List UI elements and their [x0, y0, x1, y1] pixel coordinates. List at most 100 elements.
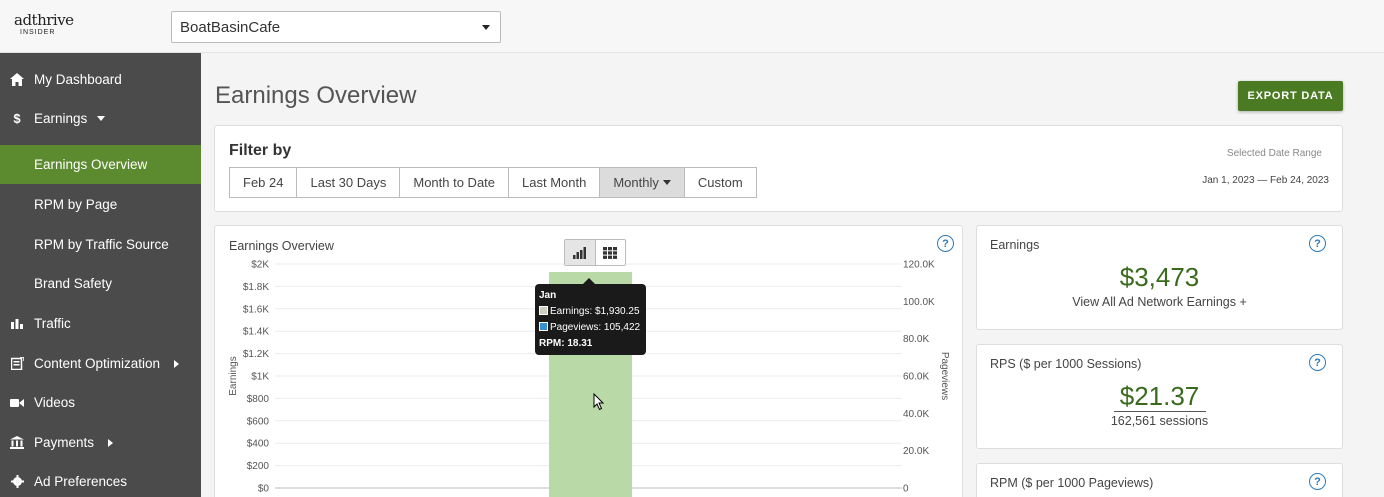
earnings-stat-value: $3,473: [1119, 262, 1200, 292]
filter-custom-button[interactable]: Custom: [684, 168, 756, 197]
sidebar-item-videos[interactable]: Videos: [0, 383, 201, 422]
y-tick-label: $1.6K: [243, 304, 269, 315]
sidebar-item-label: Videos: [34, 395, 76, 410]
filter-monthly-label: Monthly: [613, 175, 659, 190]
chevron-right-icon: [108, 438, 114, 447]
filter-monthly-dropdown[interactable]: Monthly: [600, 168, 685, 197]
y-tick-label: $1.8K: [243, 282, 269, 293]
sidebar-item-label: Payments: [34, 435, 95, 450]
y2-tick-label: 80.0K: [903, 334, 929, 345]
sidebar-item-rpm-by-page[interactable]: RPM by Page: [0, 185, 201, 224]
adthrive-logo[interactable]: adthrive INSIDER: [14, 12, 74, 42]
y-tick-label: $800: [247, 394, 270, 405]
rpm-stat-label: RPM ($ per 1000 Pageviews): [990, 476, 1154, 490]
y2-tick-label: 120.0K: [903, 260, 935, 271]
filter-title: Filter by: [229, 142, 292, 159]
sidebar-item-payments[interactable]: Payments: [0, 423, 201, 462]
earnings-stat-label: Earnings: [990, 238, 1040, 252]
y2-tick-label: 60.0K: [903, 372, 929, 383]
rpm-help-icon[interactable]: ?: [1309, 473, 1326, 490]
y-tick-label: $1.2K: [243, 349, 269, 360]
y2-tick-label: 0: [903, 484, 909, 495]
y-tick-label: $600: [247, 416, 270, 427]
chart-view-toggle: [564, 239, 626, 266]
y-tick-label: $200: [247, 461, 270, 472]
site-selector[interactable]: BoatBasinCafe: [171, 11, 501, 43]
filter-last-month-button[interactable]: Last Month: [509, 168, 601, 197]
rps-help-icon[interactable]: ?: [1309, 354, 1326, 371]
sidebar-item-label: Earnings Overview: [34, 157, 148, 172]
chevron-right-icon: [174, 359, 180, 368]
mouse-cursor-icon: [593, 393, 605, 411]
rps-stat-card: RPS ($ per 1000 Sessions) ? $21.37 162,5…: [976, 344, 1343, 449]
tooltip-earnings: Earnings: $1,930.25: [550, 306, 640, 317]
rps-sessions: 162,561 sessions: [1110, 414, 1209, 428]
logo-brand: adthrive: [14, 11, 74, 29]
sidebar-item-label: RPM by Page: [34, 197, 118, 212]
filter-card: Filter by Feb 24 Last 30 Days Month to D…: [214, 125, 1343, 212]
filter-month-to-date-button[interactable]: Month to Date: [400, 168, 510, 197]
y-tick-label: $0: [258, 484, 270, 495]
sidebar-item-content-optimization[interactable]: Content Optimization: [0, 344, 201, 383]
earnings-chart-card: $0 $200 $400 $600 $800 $1K $1.2K $1.4K $1.6K $1.8…: [214, 225, 963, 497]
tooltip-title: Jan: [539, 290, 557, 301]
sidebar-item-label: Brand Safety: [34, 276, 113, 291]
sidebar-item-brand-safety[interactable]: Brand Safety: [0, 264, 201, 303]
y2-tick-label: 100.0K: [903, 297, 935, 308]
y-tick-label: $2K: [251, 260, 269, 271]
earnings-chart: $0 $200 $400 $600 $800 $1K $1.2K $1.4K $1.6K $1.8…: [228, 260, 950, 497]
video-icon: [0, 398, 34, 408]
rps-stat-value: $21.37: [1119, 381, 1200, 411]
site-selector-value: BoatBasinCafe: [180, 19, 281, 36]
export-data-button[interactable]: EXPORT DATA: [1238, 81, 1343, 111]
y-tick-label: $1K: [251, 372, 269, 383]
rps-divider: [1114, 411, 1206, 412]
sidebar-item-earnings-overview[interactable]: Earnings Overview: [0, 145, 201, 184]
dollar-icon: $: [13, 111, 21, 126]
rpm-stat-card: RPM ($ per 1000 Pageviews) ?: [976, 463, 1343, 497]
page-title: Earnings Overview: [215, 82, 417, 109]
sidebar-item-traffic[interactable]: Traffic: [0, 304, 201, 343]
chevron-down-icon: [482, 25, 490, 30]
tooltip-rpm: RPM: 18.31: [539, 338, 593, 349]
earnings-stat-card: Earnings ? $3,473 View All Ad Network Ea…: [976, 225, 1343, 330]
tooltip-pageviews: Pageviews: 105,422: [550, 322, 641, 333]
earnings-swatch: [539, 306, 548, 315]
date-range-value: Jan 1, 2023 — Feb 24, 2023: [1202, 175, 1329, 186]
y-tick-label: $1.4K: [243, 327, 269, 338]
view-all-earnings-link[interactable]: View All Ad Network Earnings +: [977, 295, 1342, 309]
rps-stat-label: RPS ($ per 1000 Sessions): [990, 357, 1142, 371]
gear-icon: [0, 475, 34, 488]
chart-title: Earnings Overview: [229, 239, 334, 253]
sidebar-item-label: Earnings: [34, 111, 88, 126]
chart-tooltip: Jan Earnings: $1,930.25 Pageviews: 105,4…: [535, 278, 646, 355]
chart-help-icon[interactable]: ?: [937, 235, 954, 252]
sidebar-item-label: My Dashboard: [34, 72, 122, 87]
sidebar-item-label: Content Optimization: [34, 356, 161, 371]
tooltip-pageviews-row: Pageviews: 105,422: [539, 320, 642, 336]
tooltip-earnings-row: Earnings: $1,930.25: [539, 304, 642, 320]
top-bar: adthrive INSIDER BoatBasinCafe: [0, 0, 1384, 53]
pageviews-swatch: [539, 322, 548, 331]
filter-feb-24-button[interactable]: Feb 24: [230, 168, 298, 197]
bar-chart-icon: [0, 318, 34, 329]
chevron-down-icon: [97, 116, 106, 121]
sidebar-item-rpm-by-traffic-source[interactable]: RPM by Traffic Source: [0, 225, 201, 264]
y-tick-label: $400: [247, 439, 270, 450]
bar-chart-view-button[interactable]: [565, 240, 596, 265]
content-icon: [0, 357, 34, 370]
date-range-label: Selected Date Range: [1226, 148, 1322, 159]
home-icon: [0, 73, 34, 86]
sidebar-item-earnings[interactable]: $ Earnings: [0, 99, 201, 138]
sidebar: My Dashboard $ Earnings Earnings Overvie…: [0, 53, 201, 497]
y2-axis-label: Pageviews: [939, 352, 950, 400]
y-axis-label: Earnings: [228, 356, 239, 395]
sidebar-item-label: Ad Preferences: [34, 474, 128, 489]
logo-sub: INSIDER: [20, 29, 56, 36]
earnings-help-icon[interactable]: ?: [1309, 235, 1326, 252]
sidebar-item-label: Traffic: [34, 316, 71, 331]
table-view-button[interactable]: [596, 240, 626, 265]
sidebar-item-ad-preferences[interactable]: Ad Preferences: [0, 462, 201, 497]
sidebar-item-my-dashboard[interactable]: My Dashboard: [0, 60, 201, 99]
filter-last-30-days-button[interactable]: Last 30 Days: [297, 168, 401, 197]
